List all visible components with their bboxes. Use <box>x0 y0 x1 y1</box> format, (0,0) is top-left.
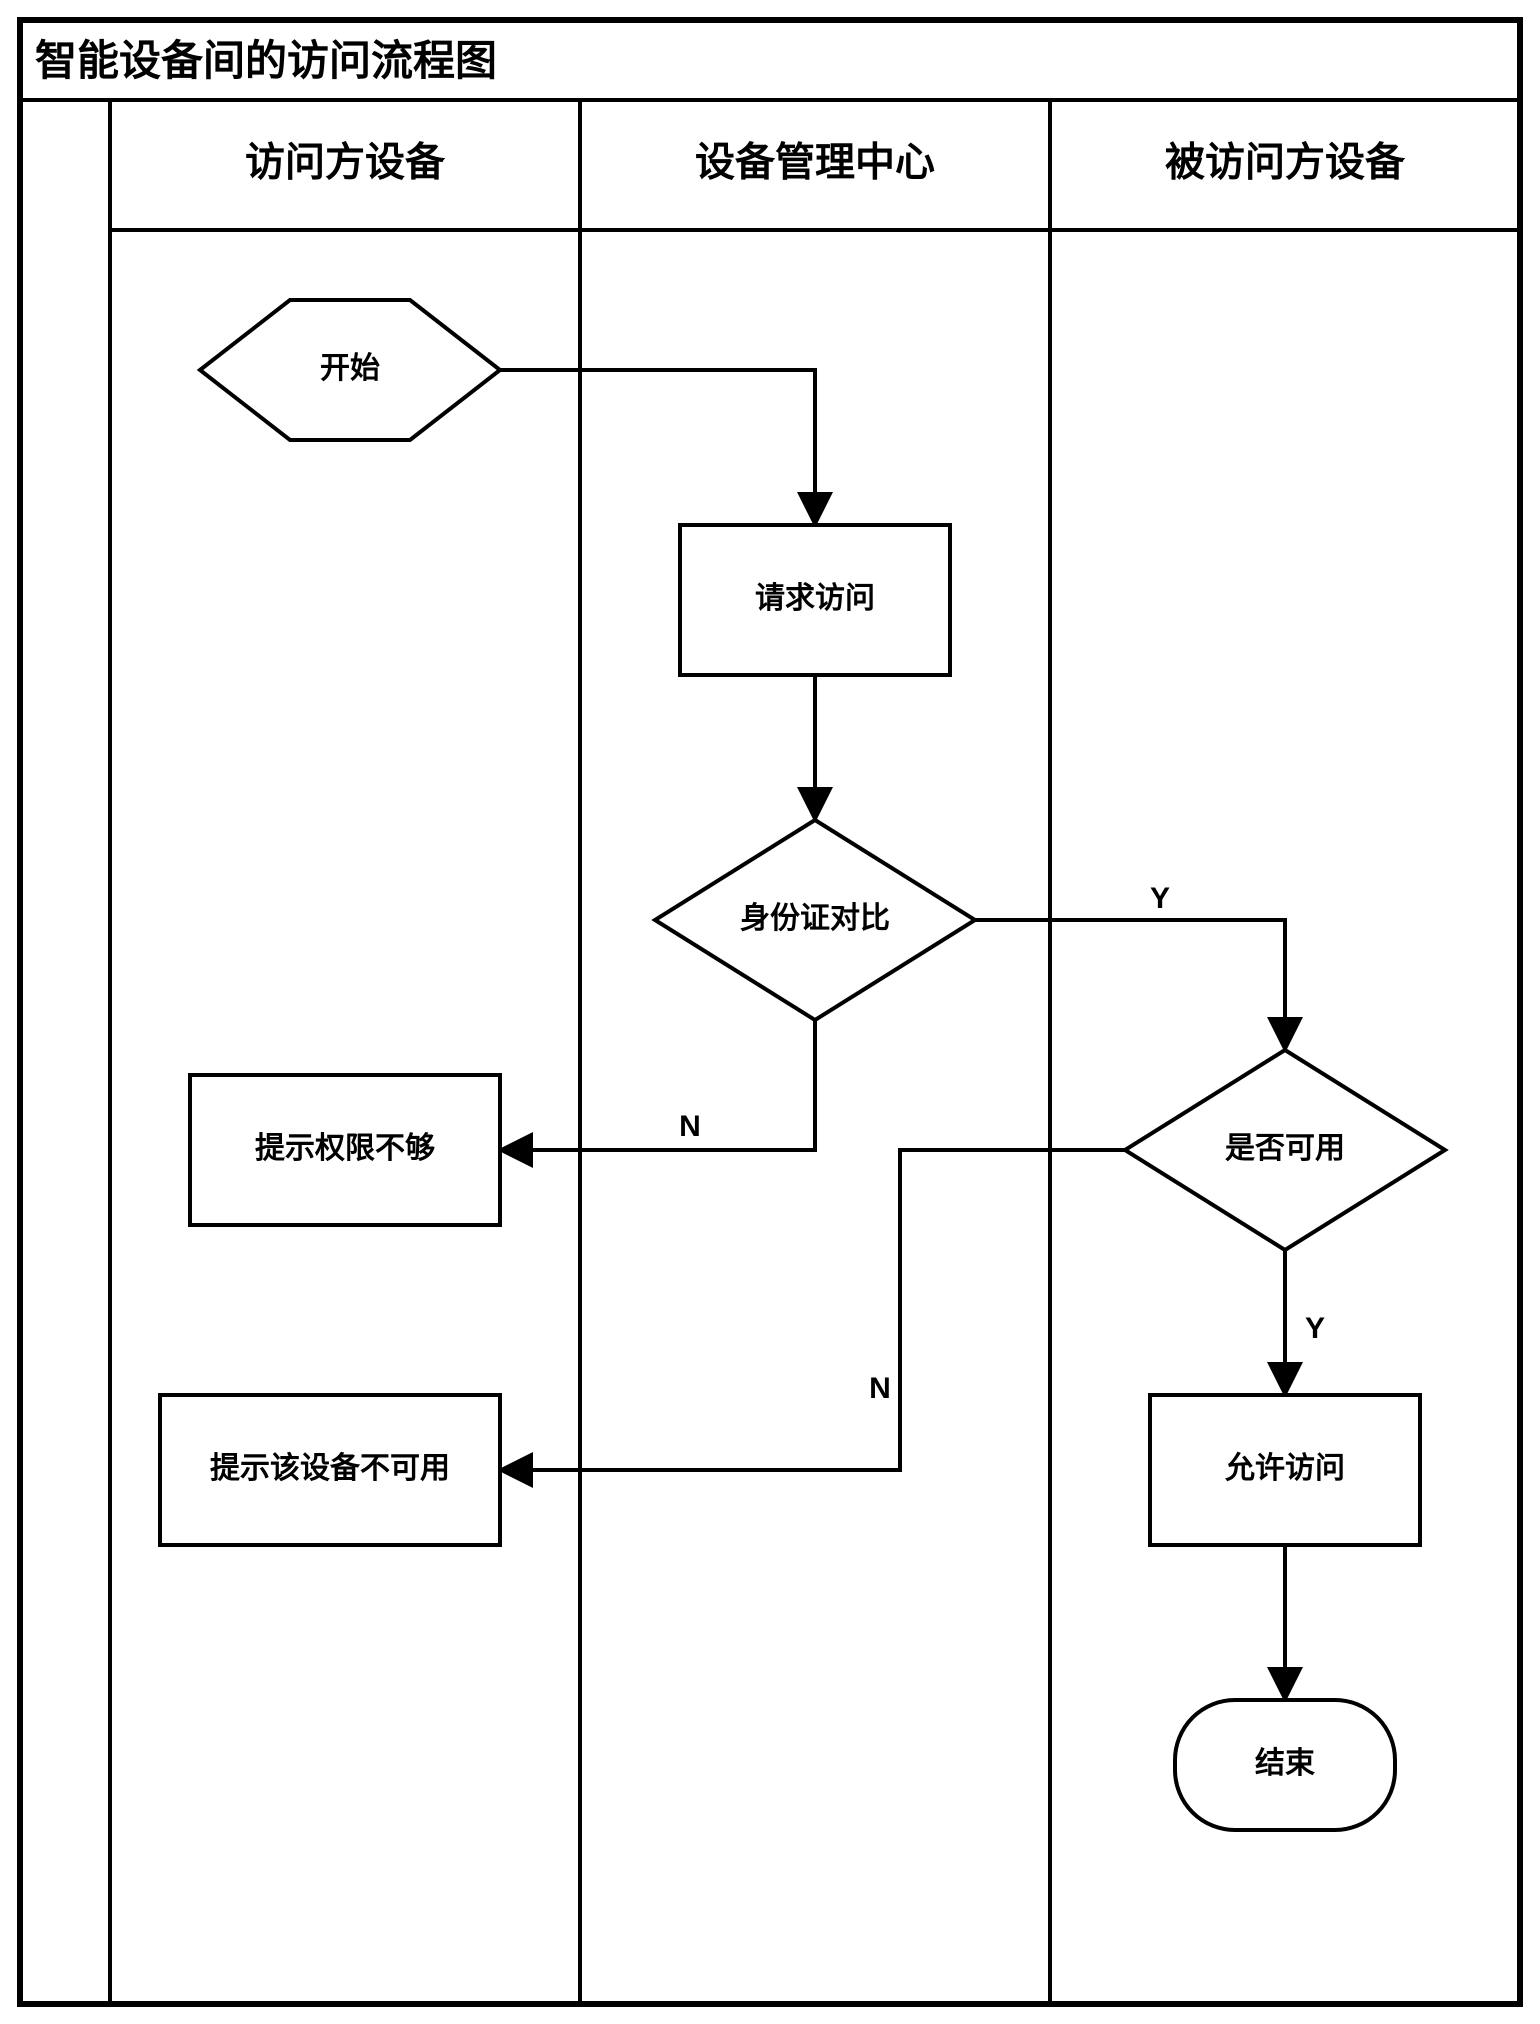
edge-available-no <box>500 1150 1125 1470</box>
node-start-label: 开始 <box>320 352 380 385</box>
edge-identity-yes <box>975 920 1285 1050</box>
node-identity-label: 身份证对比 <box>740 902 890 935</box>
node-end-label: 结束 <box>1255 1747 1315 1780</box>
edge-identity-no <box>500 1020 815 1150</box>
node-request-label: 请求访问 <box>755 582 875 615</box>
edge-available-yes-label: Y <box>1305 1312 1325 1345</box>
node-notavail-label: 提示该设备不可用 <box>210 1451 450 1485</box>
edge-start-request <box>500 370 815 525</box>
node-noauth-label: 提示权限不够 <box>255 1132 435 1165</box>
node-allow-label: 允许访问 <box>1224 1451 1345 1485</box>
edge-identity-yes-label: Y <box>1150 882 1170 915</box>
lane-header-visitor: 访问方设备 <box>245 141 446 185</box>
flowchart-diagram: 智能设备间的访问流程图 访问方设备 设备管理中心 被访问方设备 开始 请求访问 … <box>0 0 1540 2024</box>
lane-header-target: 被访问方设备 <box>1165 141 1406 185</box>
node-available-label: 是否可用 <box>1225 1132 1345 1165</box>
edge-identity-no-label: N <box>679 1110 701 1143</box>
edge-available-no-label: N <box>869 1372 891 1405</box>
lane-header-center: 设备管理中心 <box>695 141 935 185</box>
diagram-title: 智能设备间的访问流程图 <box>35 37 497 84</box>
